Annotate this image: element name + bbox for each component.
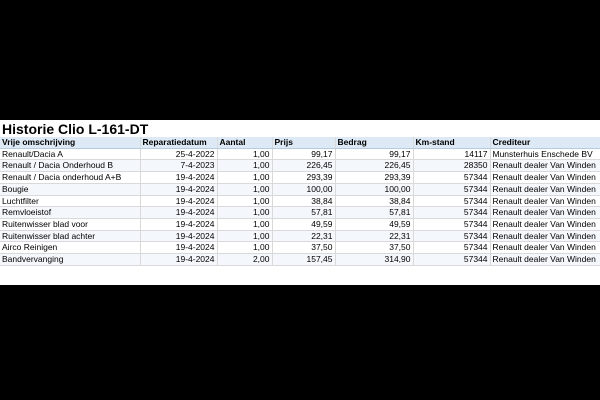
header-crediteur[interactable]: Crediteur [490,137,600,149]
table-row: Airco Reinigen 19-4-2024 1,00 37,50 37,50 573… [0,241,600,255]
cell-prijs[interactable]: 99,17 [272,148,336,161]
cell-omschrijving[interactable]: Ruitenwisser blad achter [0,230,141,243]
cell-crediteur[interactable]: Renault dealer Van Winden [490,230,600,243]
header-km-stand[interactable]: Km-stand [413,137,491,149]
cell-km-stand[interactable]: 14117 [413,148,491,161]
cell-km-stand[interactable]: 57344 [413,171,491,184]
header-reparatiedatum[interactable]: Reparatiedatum [140,137,218,149]
table-row: Ruitenwisser blad voor 19-4-2024 1,00 49,59… [0,218,600,231]
cell-km-stand[interactable]: 57344 [413,195,491,208]
cell-km-stand[interactable]: 57344 [413,253,491,266]
cell-aantal[interactable]: 1,00 [217,183,273,196]
cell-reparatiedatum[interactable]: 19-4-2024 [140,253,218,266]
cell-bedrag[interactable]: 99,17 [335,148,414,161]
cell-prijs[interactable]: 293,39 [272,171,336,184]
cell-prijs[interactable]: 38,84 [272,195,336,208]
cell-aantal[interactable]: 1,00 [217,230,273,243]
cell-bedrag[interactable]: 100,00 [335,183,414,196]
cell-crediteur[interactable]: Renault dealer Van Winden [490,253,600,266]
cell-reparatiedatum[interactable]: 25-4-2022 [140,148,218,161]
cell-prijs[interactable]: 57,81 [272,206,336,219]
cell-aantal[interactable]: 1,00 [217,171,273,184]
cell-aantal[interactable]: 1,00 [217,148,273,161]
cell-prijs[interactable]: 37,50 [272,241,336,255]
cell-reparatiedatum[interactable]: 19-4-2024 [140,206,218,219]
cell-bedrag[interactable]: 22,31 [335,230,414,243]
spreadsheet: Historie Clio L-161-DT Vrije omschrijvin… [0,120,600,285]
cell-prijs[interactable]: 49,59 [272,218,336,231]
cell-crediteur[interactable]: Munsterhuis Enschede BV [490,148,600,161]
cell-prijs[interactable]: 226,45 [272,159,336,173]
table-row: Bandvervanging 19-4-2024 2,00 157,45 314,90 5… [0,253,600,266]
cell-bedrag[interactable]: 49,59 [335,218,414,231]
cell-bedrag[interactable]: 226,45 [335,159,414,173]
table-row: Renault / Dacia onderhoud A+B 19-4-2024 1,… [0,171,600,184]
cell-omschrijving[interactable]: Renault / Dacia onderhoud A+B [0,171,141,184]
cell-reparatiedatum[interactable]: 19-4-2024 [140,241,218,255]
table-row: Luchtfilter 19-4-2024 1,00 38,84 38,84 57344 R… [0,195,600,208]
cell-omschrijving[interactable]: Airco Reinigen [0,241,141,255]
cell-omschrijving[interactable]: Renault/Dacia A [0,148,141,161]
cell-km-stand[interactable]: 57344 [413,183,491,196]
cell-bedrag[interactable]: 57,81 [335,206,414,219]
cell-bedrag[interactable]: 314,90 [335,253,414,266]
cell-km-stand[interactable]: 57344 [413,206,491,219]
cell-aantal[interactable]: 1,00 [217,241,273,255]
header-aantal[interactable]: Aantal [217,137,273,149]
cell-reparatiedatum[interactable]: 19-4-2024 [140,183,218,196]
table-body: Renault/Dacia A 25-4-2022 1,00 99,17 99,17 14… [0,148,600,266]
cell-reparatiedatum[interactable]: 19-4-2024 [140,230,218,243]
cell-crediteur[interactable]: Renault dealer Van Winden [490,159,600,173]
cell-crediteur[interactable]: Renault dealer Van Winden [490,183,600,196]
cell-aantal[interactable]: 1,00 [217,206,273,219]
cell-bedrag[interactable]: 38,84 [335,195,414,208]
table-row: Bougie 19-4-2024 1,00 100,00 100,00 57344 Rena… [0,183,600,196]
cell-bedrag[interactable]: 37,50 [335,241,414,255]
cell-km-stand[interactable]: 57344 [413,218,491,231]
cell-omschrijving[interactable]: Luchtfilter [0,195,141,208]
cell-prijs[interactable]: 157,45 [272,253,336,266]
cell-omschrijving[interactable]: Remvloeistof [0,206,141,219]
table-row: Remvloeistof 19-4-2024 1,00 57,81 57,81 57344… [0,206,600,219]
title-row: Historie Clio L-161-DT [0,120,600,137]
header-row: Vrije omschrijving Reparatiedatum Aantal… [0,137,600,149]
cell-bedrag[interactable]: 293,39 [335,171,414,184]
cell-reparatiedatum[interactable]: 7-4-2023 [140,159,218,173]
table-row: Renault/Dacia A 25-4-2022 1,00 99,17 99,17 14… [0,148,600,161]
cell-reparatiedatum[interactable]: 19-4-2024 [140,171,218,184]
cell-prijs[interactable]: 22,31 [272,230,336,243]
cell-aantal[interactable]: 1,00 [217,159,273,173]
cell-crediteur[interactable]: Renault dealer Van Winden [490,195,600,208]
header-bedrag[interactable]: Bedrag [335,137,414,149]
cell-omschrijving[interactable]: Bougie [0,183,141,196]
cell-omschrijving[interactable]: Ruitenwisser blad voor [0,218,141,231]
cell-prijs[interactable]: 100,00 [272,183,336,196]
cell-reparatiedatum[interactable]: 19-4-2024 [140,218,218,231]
cell-aantal[interactable]: 1,00 [217,218,273,231]
cell-crediteur[interactable]: Renault dealer Van Winden [490,218,600,231]
cell-km-stand[interactable]: 57344 [413,241,491,255]
table-row: Ruitenwisser blad achter 19-4-2024 1,00 22,… [0,230,600,243]
cell-omschrijving[interactable]: Renault / Dacia Onderhoud B [0,159,141,173]
repair-history-table: Vrije omschrijving Reparatiedatum Aantal… [0,137,600,266]
cell-aantal[interactable]: 1,00 [217,195,273,208]
cell-crediteur[interactable]: Renault dealer Van Winden [490,206,600,219]
cell-km-stand[interactable]: 28350 [413,159,491,173]
cell-omschrijving[interactable]: Bandvervanging [0,253,141,266]
cell-aantal[interactable]: 2,00 [217,253,273,266]
table-row: Renault / Dacia Onderhoud B 7-4-2023 1,00 2… [0,159,600,173]
header-vrije-omschrijving[interactable]: Vrije omschrijving [0,137,141,149]
cell-crediteur[interactable]: Renault dealer Van Winden [490,171,600,184]
cell-km-stand[interactable]: 57344 [413,230,491,243]
sheet-title[interactable]: Historie Clio L-161-DT [0,121,148,137]
header-prijs[interactable]: Prijs [272,137,336,149]
cell-reparatiedatum[interactable]: 19-4-2024 [140,195,218,208]
cell-crediteur[interactable]: Renault dealer Van Winden [490,241,600,255]
